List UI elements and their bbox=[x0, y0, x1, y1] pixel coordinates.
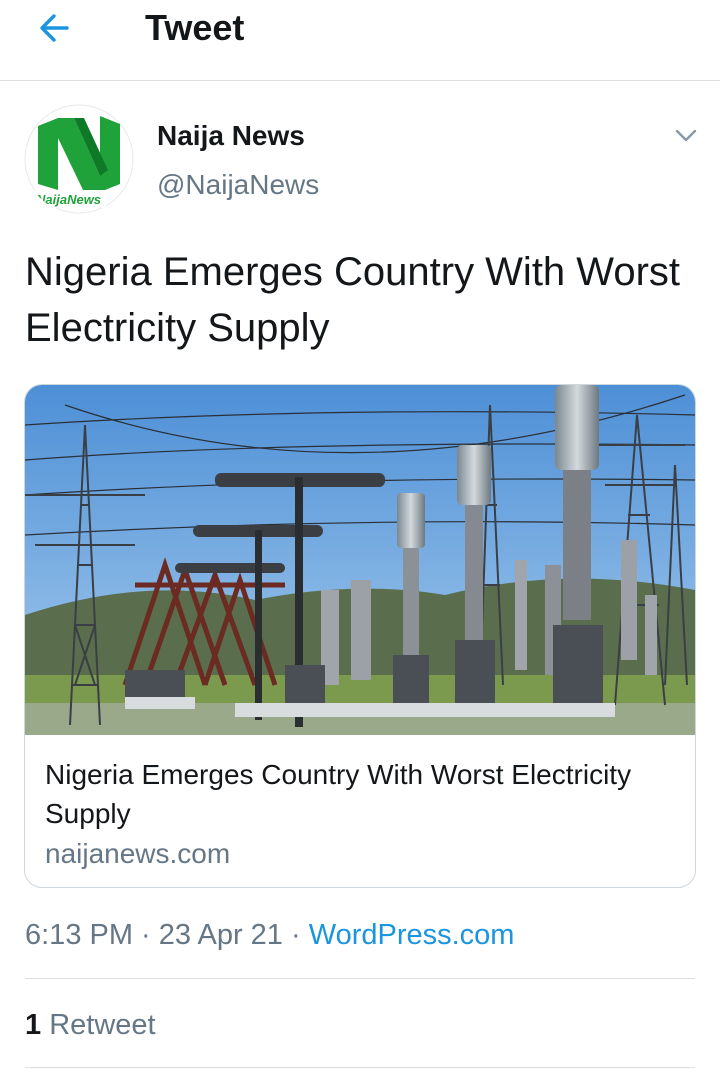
retweet-label: Retweet bbox=[49, 1009, 156, 1041]
card-domain[interactable]: naijanews.com bbox=[45, 837, 230, 871]
card-image bbox=[25, 385, 695, 735]
divider bbox=[25, 978, 695, 979]
page-title: Tweet bbox=[145, 7, 245, 48]
retweet-stats[interactable]: 1 Retweet bbox=[25, 1005, 156, 1045]
tweet-metadata: 6:13 PM · 23 Apr 21 · WordPress.com bbox=[25, 915, 514, 955]
tweet-source-link[interactable]: WordPress.com bbox=[309, 919, 515, 951]
tweet-date: 23 Apr 21 bbox=[158, 919, 283, 951]
chevron-down-icon[interactable] bbox=[672, 124, 700, 146]
avatar-text: NaijaNews bbox=[36, 192, 101, 207]
arrow-left-icon[interactable] bbox=[34, 6, 78, 50]
author-name[interactable]: Naija News bbox=[157, 118, 305, 154]
tweet-text: Nigeria Emerges Country With Worst Elect… bbox=[25, 250, 680, 350]
meta-separator: · bbox=[133, 919, 159, 951]
top-bar: Tweet bbox=[0, 0, 720, 81]
avatar[interactable]: NaijaNews bbox=[24, 104, 134, 214]
meta-separator: · bbox=[282, 919, 309, 951]
author-handle[interactable]: @NaijaNews bbox=[157, 167, 319, 203]
link-card[interactable]: Nigeria Emerges Country With Worst Elect… bbox=[24, 384, 696, 888]
card-title[interactable]: Nigeria Emerges Country With Worst Elect… bbox=[45, 755, 680, 833]
retweet-count: 1 bbox=[25, 1009, 42, 1041]
tweet-time: 6:13 PM bbox=[25, 919, 133, 951]
divider bbox=[25, 1067, 695, 1068]
